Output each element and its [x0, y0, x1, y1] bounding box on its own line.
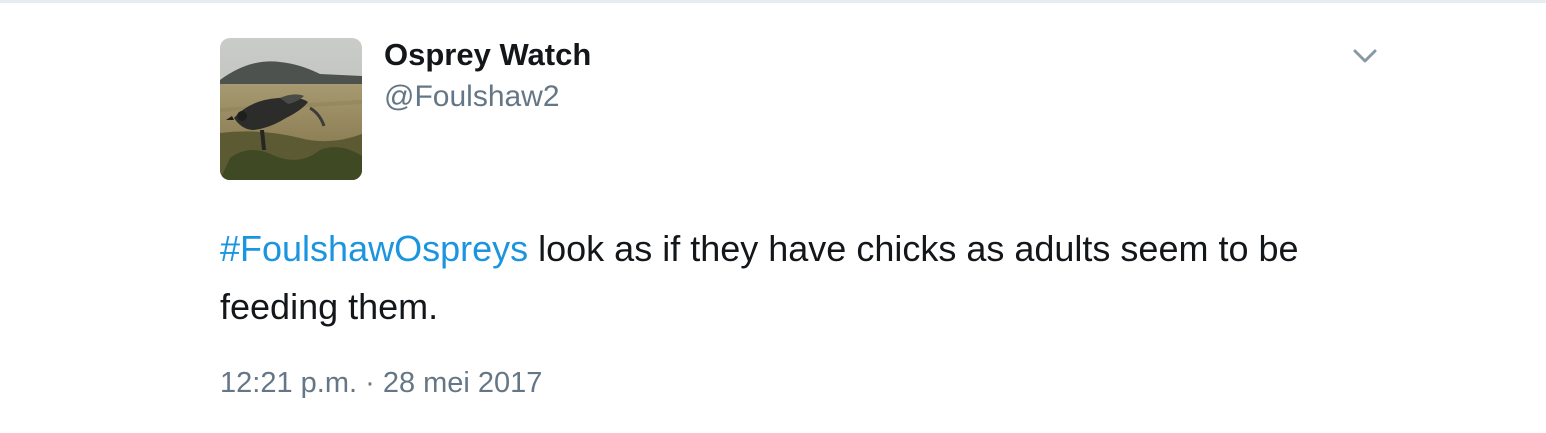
top-divider [0, 0, 1546, 3]
tweet-text: #FoulshawOspreys look as if they have ch… [220, 220, 1390, 336]
tweet-timestamp[interactable]: 12:21 p.m. · 28 mei 2017 [220, 366, 542, 400]
tweet-time: 12:21 p.m. [220, 367, 358, 399]
author-display-name[interactable]: Osprey Watch [384, 38, 591, 72]
avatar[interactable] [220, 38, 362, 180]
hashtag-link[interactable]: #FoulshawOspreys [220, 228, 528, 269]
chevron-down-icon[interactable] [1350, 44, 1380, 68]
tweet-date: 28 mei 2017 [382, 367, 543, 399]
author-handle[interactable]: @Foulshaw2 [384, 80, 560, 114]
avatar-photo [220, 38, 362, 180]
timestamp-separator: · [357, 367, 383, 399]
tweet-card: Osprey Watch @Foulshaw2 #FoulshawOspreys… [220, 38, 1390, 418]
